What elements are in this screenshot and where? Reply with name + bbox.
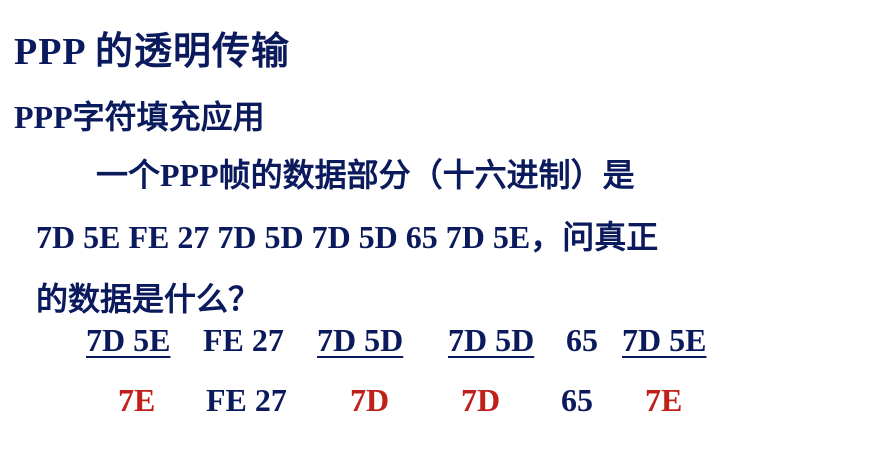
slide-title: PPP 的透明传输 [14,31,291,73]
decoded-byte: 7D [350,382,390,418]
question-line-1: 一个PPP帧的数据部分（十六进制）是 [96,157,635,193]
data-bytes: FE 27 [203,322,284,358]
escape-sequence: 7D 5D [317,322,404,358]
decoded-byte: 7E [645,382,683,418]
escape-sequence: 7D 5D [448,322,535,358]
question-text: 一个PPP帧的数据部分（十六进制）是 7D 5E FE 27 7D 5D 7D … [36,144,856,330]
data-bytes: 65 [566,322,598,358]
escape-sequence: 7D 5E [86,322,171,358]
question-line-2: 7D 5E FE 27 7D 5D 7D 5D 65 7D 5E，问真正 [36,219,659,255]
question-line-3: 的数据是什么？ [36,281,261,317]
data-bytes: FE 27 [206,382,287,418]
decoded-byte: 7D [461,382,501,418]
escape-sequence: 7D 5E [622,322,707,358]
data-bytes: 65 [561,382,593,418]
slide-subtitle: PPP字符填充应用 [14,99,265,135]
decoded-byte: 7E [118,382,156,418]
